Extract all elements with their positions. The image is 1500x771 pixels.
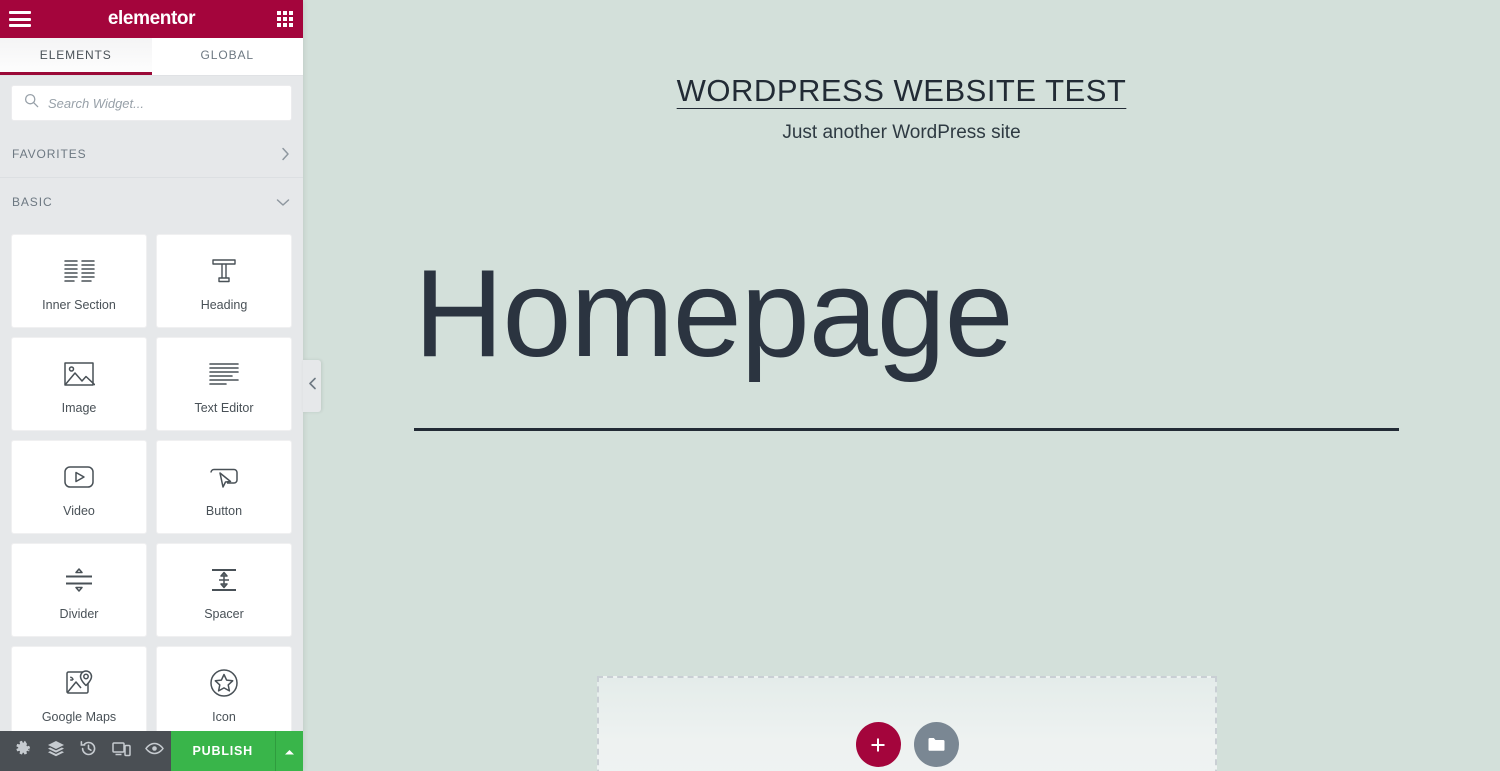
- responsive-devices-icon: [112, 741, 131, 762]
- widget-label: Video: [63, 504, 95, 518]
- page-heading-section: Homepage: [303, 144, 1500, 432]
- elementor-logo-text: elementor: [107, 8, 196, 29]
- navigator-button[interactable]: [39, 731, 72, 771]
- tab-elements[interactable]: ELEMENTS: [0, 38, 152, 75]
- search-box[interactable]: [11, 85, 292, 121]
- widget-label: Button: [205, 504, 243, 518]
- section-label-favorites: FAVORITES: [12, 146, 87, 161]
- grid-apps-icon[interactable]: [277, 11, 293, 27]
- page-title: Homepage: [414, 245, 1014, 384]
- tab-global[interactable]: GLOBAL: [151, 38, 303, 75]
- history-button[interactable]: [72, 731, 105, 771]
- widget-label: Google Maps: [41, 710, 117, 724]
- google-maps-icon: [64, 662, 94, 704]
- widget-label: Divider: [59, 607, 99, 621]
- publish-options-button[interactable]: [275, 731, 303, 771]
- site-tagline: Just another WordPress site: [782, 122, 1021, 144]
- plus-icon: [869, 736, 887, 754]
- widget-grid: Inner Section Heading Image Text Editor …: [0, 226, 303, 751]
- layers-icon: [47, 740, 65, 762]
- widget-panel-body[interactable]: FAVORITES BASIC Inner Section Heading Im…: [0, 130, 303, 771]
- image-icon: [63, 353, 95, 395]
- search-widget-area: [0, 76, 303, 130]
- text-editor-icon: [208, 353, 240, 395]
- section-label-basic: BASIC: [12, 195, 53, 209]
- widget-label: Text Editor: [194, 401, 254, 415]
- widget-inner-section[interactable]: Inner Section: [11, 234, 147, 328]
- inner-section-icon: [63, 250, 95, 292]
- gear-icon: [14, 740, 31, 762]
- site-header: WORDPRESS WEBSITE TEST Just another Word…: [303, 0, 1500, 144]
- section-header-favorites[interactable]: FAVORITES: [0, 130, 303, 178]
- widget-heading[interactable]: Heading: [156, 234, 292, 328]
- widget-label: Inner Section: [42, 298, 116, 312]
- heading-t-icon: [209, 250, 239, 292]
- panel-collapse-handle[interactable]: [303, 360, 321, 412]
- star-circle-icon: [209, 662, 239, 704]
- divider-icon: [64, 559, 94, 601]
- folder-icon: [927, 736, 946, 753]
- caret-up-icon: [284, 744, 295, 759]
- publish-button[interactable]: PUBLISH: [170, 731, 275, 771]
- site-title[interactable]: WORDPRESS WEBSITE TEST: [677, 72, 1127, 109]
- widget-divider[interactable]: Divider: [11, 543, 147, 637]
- widget-video[interactable]: Video: [11, 440, 147, 534]
- add-template-button[interactable]: [913, 722, 959, 767]
- section-header-basic[interactable]: BASIC: [0, 178, 303, 226]
- widget-label: Heading: [200, 298, 248, 312]
- add-new-section-button[interactable]: [855, 722, 901, 767]
- history-icon: [80, 740, 97, 762]
- widget-label: Spacer: [204, 607, 244, 621]
- editor-canvas: WORDPRESS WEBSITE TEST Just another Word…: [303, 0, 1500, 771]
- publish-button-group: PUBLISH: [170, 731, 303, 771]
- heading-divider-rule: [414, 428, 1399, 432]
- panel-tabs: ELEMENTS GLOBAL: [0, 38, 303, 76]
- widget-button[interactable]: Button: [156, 440, 292, 534]
- widget-label: Image: [61, 401, 97, 415]
- widget-icon[interactable]: Icon: [156, 646, 292, 740]
- widget-spacer[interactable]: Spacer: [156, 543, 292, 637]
- editor-panel: elementor ELEMENTS GLOBAL FAVORITES: [0, 0, 303, 771]
- search-icon: [24, 93, 39, 113]
- chevron-down-icon: [276, 198, 290, 207]
- chevron-right-icon: [281, 147, 290, 161]
- section-drop-zone[interactable]: [597, 676, 1217, 771]
- search-input[interactable]: [48, 95, 279, 111]
- drop-zone-actions: [599, 722, 1215, 767]
- settings-button[interactable]: [6, 731, 39, 771]
- panel-header: elementor: [0, 0, 303, 38]
- eye-icon: [145, 742, 164, 760]
- widget-google-maps[interactable]: Google Maps: [11, 646, 147, 740]
- preview-button[interactable]: [138, 731, 171, 771]
- hamburger-icon[interactable]: [9, 11, 31, 27]
- widget-text-editor[interactable]: Text Editor: [156, 337, 292, 431]
- widget-image[interactable]: Image: [11, 337, 147, 431]
- spacer-icon: [209, 559, 239, 601]
- widget-label: Icon: [212, 710, 236, 724]
- chevron-left-icon: [308, 377, 317, 395]
- panel-footer-toolbar: PUBLISH: [0, 731, 303, 771]
- button-cursor-icon: [208, 456, 240, 498]
- responsive-mode-button[interactable]: [105, 731, 138, 771]
- video-play-icon: [63, 456, 95, 498]
